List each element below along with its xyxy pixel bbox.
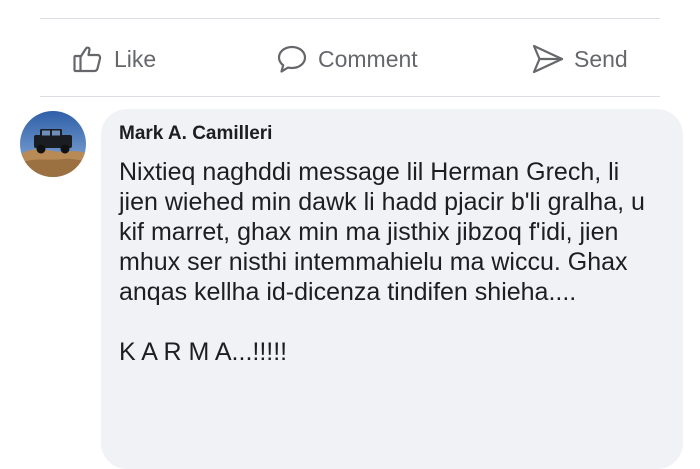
comment-label: Comment: [318, 45, 418, 72]
bottom-divider: [40, 96, 660, 97]
comment-bubble: Mark A. Camilleri Nixtieq naghddi messag…: [101, 109, 683, 469]
thumbs-up-icon: [70, 41, 106, 77]
speech-bubble-icon: [274, 41, 310, 77]
comment-text: Nixtieq naghddi message lil Herman Grech…: [119, 158, 645, 366]
like-button[interactable]: Like: [70, 41, 156, 77]
car-avatar-icon: [20, 111, 86, 177]
comment-author[interactable]: Mark A. Camilleri: [119, 123, 272, 145]
like-label: Like: [114, 45, 157, 72]
post-action-bar: Like Comment Send: [0, 19, 700, 97]
comment-button[interactable]: Comment: [274, 41, 418, 77]
send-label: Send: [574, 45, 628, 72]
paper-plane-icon: [530, 41, 566, 77]
send-button[interactable]: Send: [530, 41, 628, 77]
avatar[interactable]: [20, 111, 86, 177]
